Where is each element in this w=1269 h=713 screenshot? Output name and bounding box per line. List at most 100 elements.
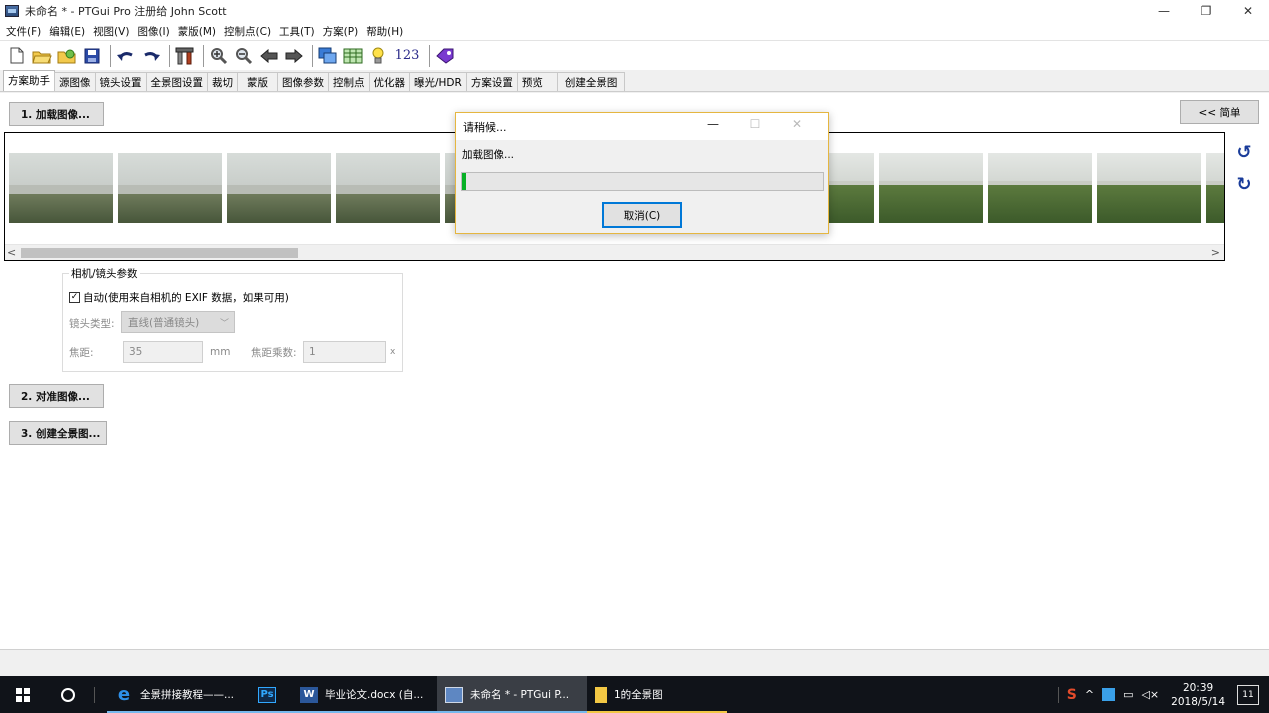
menu-control-points[interactable]: 控制点(C) (224, 24, 271, 39)
tab-crop[interactable]: 裁切 (207, 72, 238, 91)
image-thumbnail[interactable] (118, 153, 222, 223)
image-thumbnail[interactable] (1097, 153, 1201, 223)
image-thumbnail[interactable] (1206, 153, 1224, 223)
lens-type-dropdown[interactable]: 直线(普通镜头) ﹀ (121, 311, 235, 333)
menu-view[interactable]: 视图(V) (93, 24, 129, 39)
photoshop-icon: Ps (258, 686, 276, 703)
menu-project[interactable]: 方案(P) (323, 24, 359, 39)
chevron-up-icon[interactable]: ^ (1085, 688, 1094, 701)
dialog-maximize-button: ☐ (749, 117, 761, 131)
lens-type-value: 直线(普通镜头) (128, 316, 200, 329)
network-icon[interactable]: ▭ (1123, 688, 1133, 701)
notification-center-icon[interactable]: 11 (1237, 684, 1259, 705)
save-icon[interactable] (81, 45, 103, 67)
lens-type-label: 镜头类型: (69, 318, 115, 330)
taskbar-item-edge[interactable]: e 全景拼接教程——... (107, 676, 250, 713)
auto-exif-label: 自动(使用来自相机的 EXIF 数据，如果可用) (83, 292, 289, 304)
zoom-out-icon[interactable] (233, 45, 255, 67)
focal-length-field[interactable]: 35 (123, 341, 203, 363)
rotate-left-icon[interactable]: ↺ (1235, 142, 1253, 163)
menu-file[interactable]: 文件(F) (6, 24, 41, 39)
scroll-left-icon[interactable]: < (7, 246, 16, 259)
taskbar-divider (94, 686, 95, 703)
tab-control-points[interactable]: 控制点 (328, 72, 370, 91)
clock[interactable]: 20:39 2018/5/14 (1171, 681, 1225, 709)
focal-length-label: 焦距: (69, 347, 94, 359)
image-thumbnail[interactable] (336, 153, 440, 223)
focal-multiplier-field[interactable]: 1 (303, 341, 386, 363)
image-thumbnail[interactable] (988, 153, 1092, 223)
image-thumbnail[interactable] (879, 153, 983, 223)
checkbox-checked-icon[interactable]: ✓ (69, 292, 80, 303)
tab-exposure-hdr[interactable]: 曝光/HDR (409, 72, 467, 91)
taskbar-item-label: 未命名 * - PTGui P... (470, 689, 570, 701)
tab-mask[interactable]: 蒙版 (237, 72, 278, 91)
please-wait-dialog: 请稍候... — ☐ ✕ 加载图像... 取消(C) (455, 112, 829, 234)
arrow-right-icon[interactable] (283, 45, 305, 67)
close-button[interactable]: ✕ (1227, 0, 1269, 22)
menu-images[interactable]: 图像(I) (137, 24, 169, 39)
tab-project-settings[interactable]: 方案设置 (465, 72, 518, 91)
align-images-button[interactable]: 2. 对准图像... (9, 384, 104, 408)
taskbar-item-ptgui[interactable]: 未命名 * - PTGui P... (437, 676, 587, 713)
numbers-button[interactable]: 123 (392, 45, 422, 67)
auto-exif-checkbox-row[interactable]: ✓ 自动(使用来自相机的 EXIF 数据，如果可用) (69, 290, 289, 305)
panorama-editor-icon[interactable] (317, 45, 339, 67)
load-images-button[interactable]: 1. 加载图像... (9, 102, 104, 126)
window-title: 未命名 * - PTGui Pro 注册给 John Scott (25, 5, 227, 18)
ptgui-app-icon (5, 5, 19, 17)
create-panorama-button[interactable]: 3. 创建全景图... (9, 421, 107, 445)
start-button[interactable] (0, 676, 46, 713)
tab-image-parameters[interactable]: 图像参数 (277, 72, 329, 91)
multiplier-unit: x (390, 347, 396, 357)
undo-icon[interactable] (115, 45, 137, 67)
status-bar (0, 651, 1269, 676)
menu-help[interactable]: 帮助(H) (366, 24, 403, 39)
zoom-in-icon[interactable] (208, 45, 230, 67)
redo-icon[interactable] (140, 45, 162, 67)
toolbar-separator (203, 44, 204, 67)
scroll-right-icon[interactable]: > (1211, 246, 1220, 259)
sogou-input-icon[interactable]: S (1067, 687, 1077, 703)
open-recent-icon[interactable] (56, 45, 78, 67)
tab-create-panorama[interactable]: 创建全景图 (556, 72, 626, 91)
app-tray-icon[interactable] (1102, 688, 1116, 701)
tab-panorama-settings[interactable]: 全景图设置 (145, 72, 208, 91)
arrow-left-icon[interactable] (258, 45, 280, 67)
cortana-search-button[interactable] (46, 676, 90, 713)
clock-date: 2018/5/14 (1171, 695, 1225, 708)
tab-lens-settings[interactable]: 镜头设置 (94, 72, 147, 91)
maximize-button[interactable]: ❐ (1185, 0, 1227, 22)
focal-multiplier-label: 焦距乘数: (251, 347, 297, 359)
tab-preview[interactable]: 预览 (516, 72, 558, 91)
tab-source-images[interactable]: 源图像 (54, 72, 96, 91)
taskbar-item-photoshop[interactable]: Ps (250, 676, 292, 713)
group-legend: 相机/镜头参数 (69, 266, 140, 281)
folder-icon (595, 686, 607, 703)
taskbar-item-word[interactable]: W 毕业论文.docx (自... (292, 676, 437, 713)
menu-mask[interactable]: 蒙版(M) (178, 24, 216, 39)
rotate-right-icon[interactable]: ↻ (1235, 174, 1253, 195)
lightbulb-icon[interactable] (367, 45, 389, 67)
open-folder-icon[interactable] (31, 45, 53, 67)
tab-project-assistant[interactable]: 方案助手 (3, 70, 55, 91)
image-thumbnail[interactable] (9, 153, 113, 223)
cancel-button[interactable]: 取消(C) (602, 202, 682, 228)
new-file-icon[interactable] (6, 45, 28, 67)
tag-icon[interactable] (434, 45, 456, 67)
tab-optimizer[interactable]: 优化器 (368, 72, 410, 91)
simple-mode-button[interactable]: << 简单 (1180, 100, 1259, 124)
minimize-button[interactable]: — (1143, 0, 1185, 22)
volume-muted-icon[interactable]: ◁× (1141, 688, 1159, 701)
dialog-minimize-button[interactable]: — (692, 117, 734, 131)
table-icon[interactable] (342, 45, 364, 67)
taskbar-item-label: 全景拼接教程——... (140, 689, 235, 701)
menu-tools[interactable]: 工具(T) (279, 24, 315, 39)
settings-tools-icon[interactable] (174, 45, 196, 67)
image-thumbnail[interactable] (227, 153, 331, 223)
scrollbar-thumb[interactable] (21, 248, 298, 258)
thumbnail-horizontal-scrollbar[interactable]: < > (5, 244, 1224, 260)
taskbar-item-folder[interactable]: 1的全景图 (587, 676, 727, 713)
window-controls: — ❐ ✕ (1143, 0, 1269, 22)
menu-edit[interactable]: 编辑(E) (49, 24, 85, 39)
